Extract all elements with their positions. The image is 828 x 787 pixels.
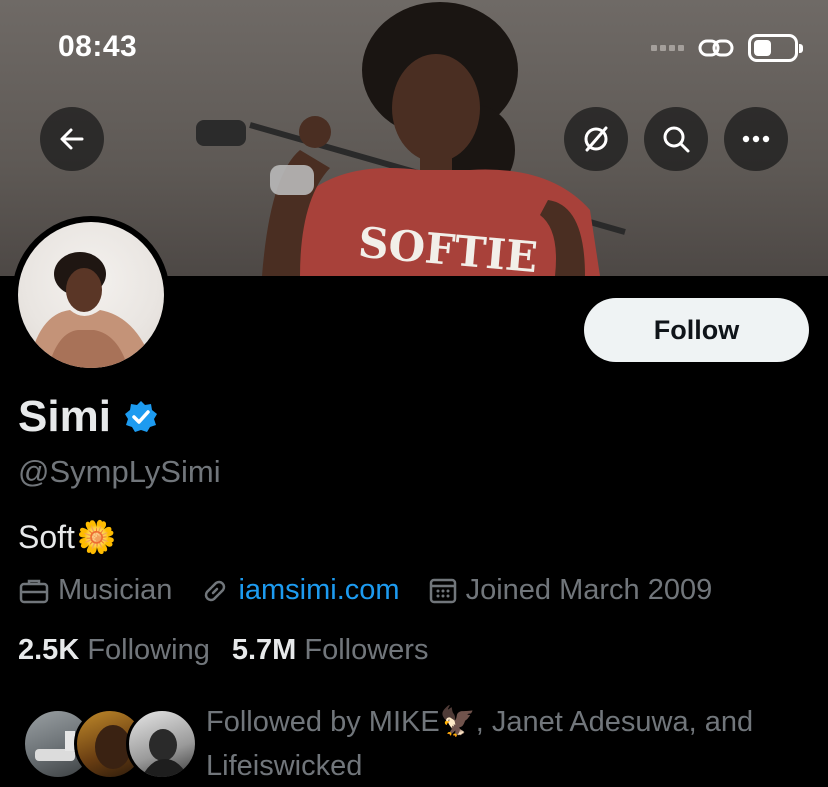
followers-label: Followers [304, 634, 429, 666]
meta-joined-text: Joined March 2009 [465, 574, 713, 606]
search-button[interactable] [644, 107, 708, 171]
followers-count: 5.7M [231, 634, 297, 666]
link-icon [698, 39, 734, 57]
followers-stat[interactable]: 5.7M Followers [232, 634, 429, 667]
calendar-icon [429, 578, 456, 603]
website-link[interactable]: iamsimi.com [238, 574, 399, 607]
follow-stats: 2.5K Following 5.7M Followers [18, 634, 450, 667]
meta-category-text: Musician [58, 574, 173, 606]
display-name-row: Simi [18, 392, 159, 442]
battery-icon [748, 34, 803, 62]
more-icon [742, 135, 770, 143]
status-indicators [651, 34, 803, 62]
signal-icon [651, 45, 684, 51]
meta-joined: Joined March 2009 [428, 574, 713, 607]
handle: @SympLySimi [18, 454, 221, 489]
briefcase-icon [19, 579, 49, 603]
follow-button[interactable]: Follow [584, 298, 809, 362]
link-icon [205, 580, 226, 601]
avatar-image [18, 222, 164, 368]
grok-icon [584, 126, 608, 152]
following-label: Following [87, 634, 210, 666]
avatar[interactable] [12, 216, 170, 374]
meta-website[interactable]: iamsimi.com [200, 574, 400, 607]
followed-by-text[interactable]: Followed by MIKE🦅, Janet Adesuwa, and Li… [206, 700, 806, 787]
verified-badge-icon[interactable] [123, 399, 159, 435]
grok-button[interactable] [564, 107, 628, 171]
more-button[interactable] [724, 107, 788, 171]
display-name: Simi [18, 392, 111, 441]
back-button[interactable] [40, 107, 104, 171]
followed-by-avatars[interactable] [22, 708, 198, 780]
meta-category: Musician [18, 574, 172, 607]
bio-emoji: 🌼 [76, 519, 117, 555]
profile-meta: Musician iamsimi.com Joined March 2009 [18, 574, 712, 607]
avatar [126, 708, 198, 780]
bio-text: Soft [18, 518, 75, 555]
search-icon [663, 126, 690, 153]
status-time: 08:43 [58, 30, 138, 63]
back-arrow-icon [60, 128, 84, 150]
following-count: 2.5K [18, 634, 80, 666]
following-stat[interactable]: 2.5K Following [18, 634, 210, 667]
bio: Soft 🌼 [18, 518, 117, 556]
